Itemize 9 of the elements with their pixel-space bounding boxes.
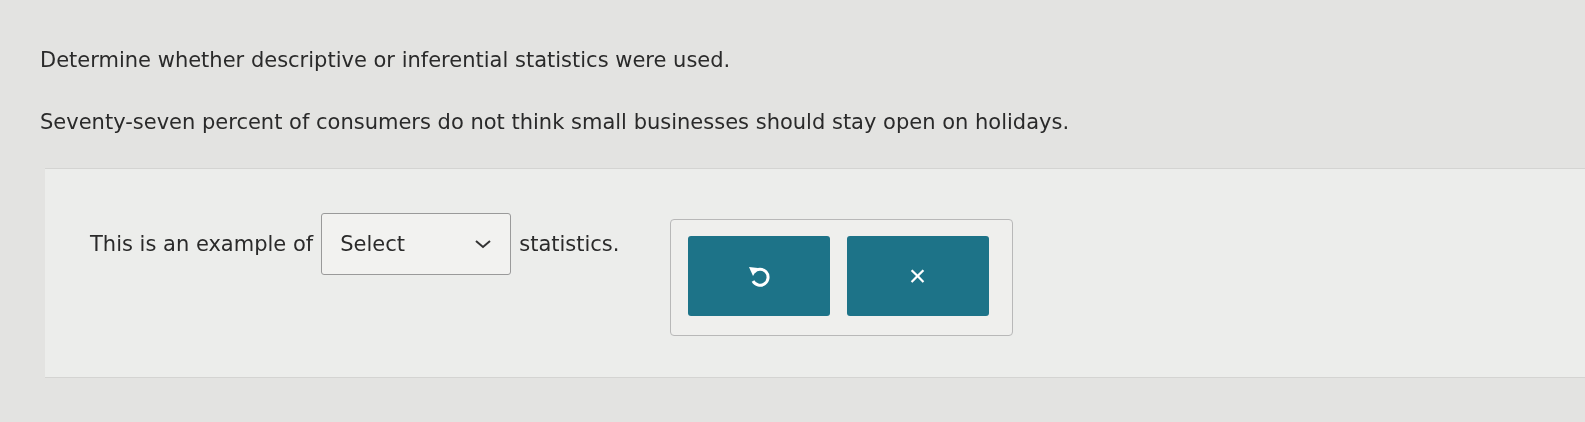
undo-button[interactable] xyxy=(687,236,830,316)
instruction-text: Determine whether descriptive or inferential statistics were used. xyxy=(40,48,732,72)
sentence-text: This is an example of xyxy=(90,232,314,256)
sentence-text: statistics. xyxy=(519,232,620,256)
chevron-down-icon xyxy=(474,239,493,249)
clear-button[interactable]: × xyxy=(846,236,989,316)
statement-text: Seventy-seven percent of consumers do not think small businesses should stay open on holidays. xyxy=(40,110,1071,134)
undo-icon xyxy=(747,264,770,288)
statistics-dropdown[interactable]: Select xyxy=(321,213,512,275)
